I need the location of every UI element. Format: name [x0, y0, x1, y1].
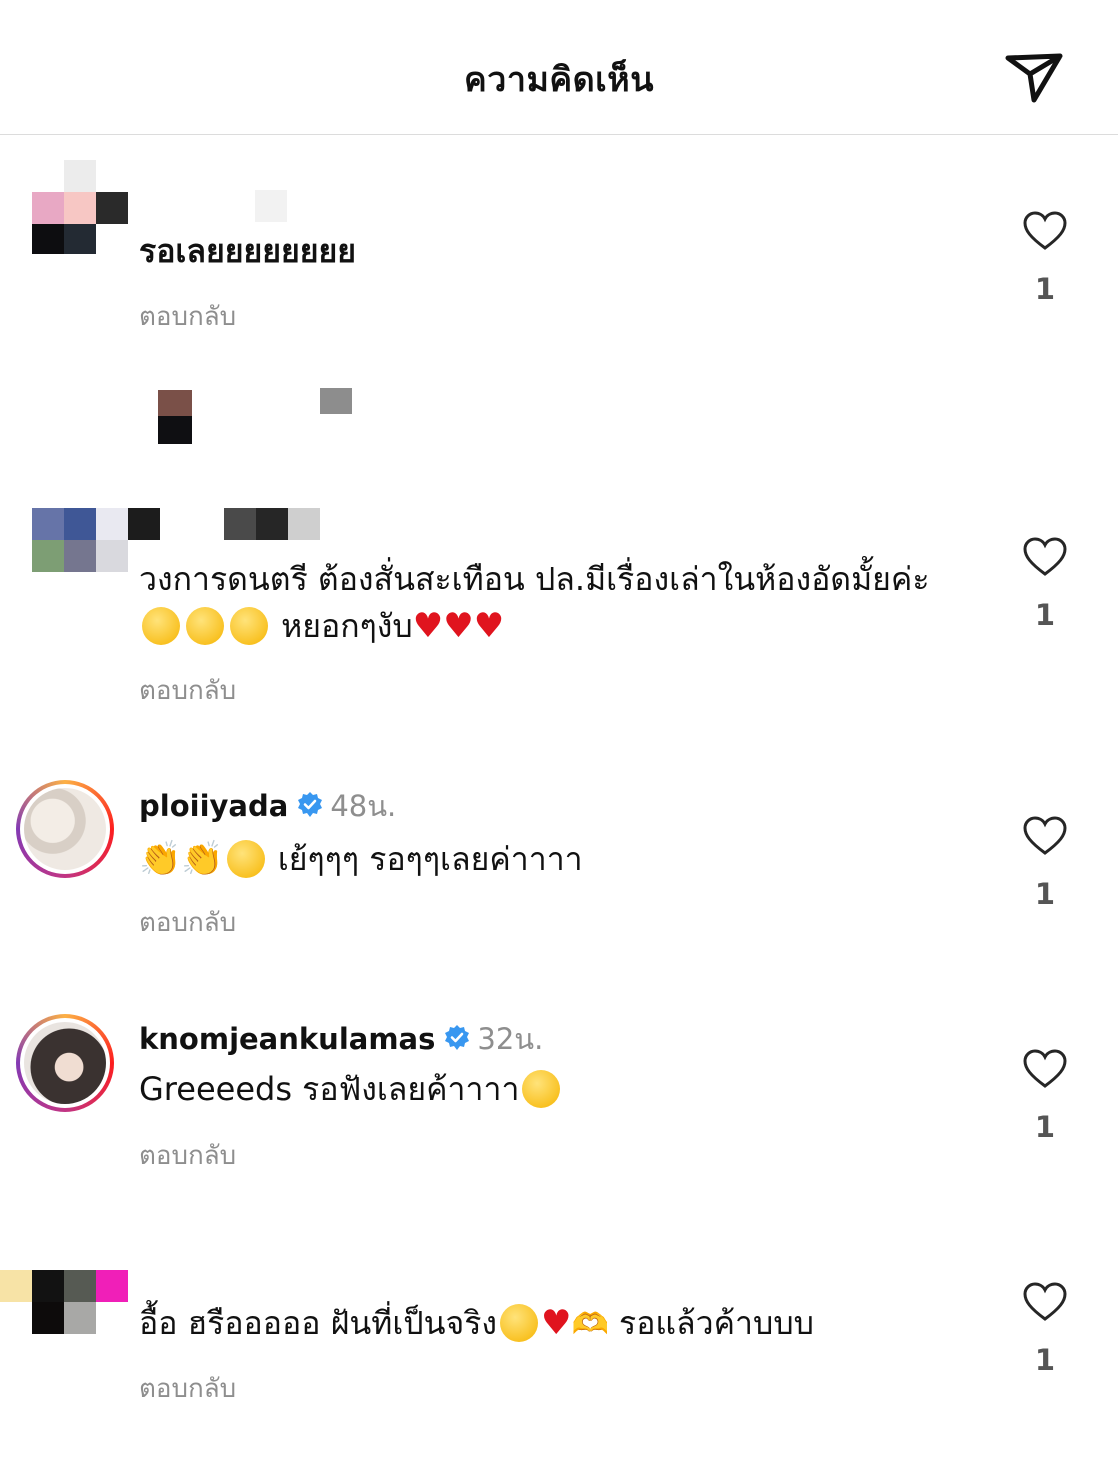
profile-photo [24, 1022, 106, 1104]
tears-of-joy-emoji [142, 607, 180, 645]
clapping-hands-emoji: 👏👏 [139, 839, 224, 879]
comment-text: Greeeeds รอฟังเลยค้าาาา [139, 1066, 979, 1113]
username[interactable]: ploiiyada [139, 789, 288, 823]
heart-outline-icon[interactable] [1022, 1281, 1068, 1323]
comments-header: ความคิดเห็น [0, 0, 1118, 135]
comment-text-part: อื้อ ฮรือออออ ฝันที่เป็นจริง [139, 1304, 497, 1342]
avatar[interactable] [32, 508, 128, 604]
heart-eyes-emoji [226, 840, 265, 878]
tears-of-joy-emoji [186, 607, 224, 645]
hidden-username [320, 388, 352, 414]
avatar[interactable] [32, 160, 132, 260]
like-control: 1 [1020, 1048, 1070, 1144]
comment-text-part: วงการดนตรี ต้องสั่นสะเทือน ปล.มีเรื่องเล… [139, 560, 930, 598]
comment-text-part: Greeeeds รอฟังเลยค้าาาา [139, 1070, 520, 1108]
username[interactable]: knomjeankulamas [139, 1022, 435, 1056]
hidden-username [128, 508, 160, 540]
like-control: 1 [1020, 1281, 1070, 1377]
comment-header: ploiiyada 48น. [139, 783, 396, 829]
like-control: 1 [1020, 536, 1070, 632]
like-control: 1 [1020, 815, 1070, 911]
verified-badge-icon [445, 1025, 470, 1050]
comment-text: วงการดนตรี ต้องสั่นสะเทือน ปล.มีเรื่องเล… [139, 556, 979, 650]
tears-of-joy-emoji [230, 607, 268, 645]
comment-text-part: เย้ๆๆๆ รอๆๆเลยค่าาาา [277, 840, 583, 878]
comment-text: รอเลยยยยยยยย [139, 232, 356, 270]
heart-outline-icon[interactable] [1022, 815, 1068, 857]
like-count: 1 [1034, 1110, 1056, 1144]
hidden-avatar [158, 390, 192, 416]
red-heart-emoji: ♥ [541, 1303, 572, 1343]
reply-button[interactable]: ตอบกลับ [139, 670, 236, 711]
reply-button[interactable]: ตอบกลับ [139, 1135, 236, 1176]
like-count: 1 [1034, 598, 1056, 632]
comment-text-part: รอแล้วค้าบบบ [619, 1304, 814, 1342]
avatar[interactable] [16, 780, 114, 878]
heart-hands-emoji: 🫶 [571, 1307, 609, 1342]
like-count: 1 [1034, 877, 1056, 911]
heart-outline-icon[interactable] [1022, 210, 1068, 252]
hidden-username [256, 508, 288, 540]
comment-text: อื้อ ฮรือออออ ฝันที่เป็นจริง ♥🫶 รอแล้วค้า… [139, 1300, 979, 1348]
avatar[interactable] [0, 1270, 128, 1334]
comment-time: 48น. [330, 789, 397, 823]
heart-eyes-emoji [522, 1070, 561, 1108]
like-count: 1 [1034, 1343, 1056, 1377]
comment-text: 👏👏 เย้ๆๆๆ รอๆๆเลยค่าาาา [139, 836, 979, 883]
reply-button[interactable]: ตอบกลับ [139, 296, 236, 337]
heart-outline-icon[interactable] [1022, 1048, 1068, 1090]
profile-photo [24, 788, 106, 870]
reply-button[interactable]: ตอบกลับ [139, 1368, 236, 1409]
comment-header: knomjeankulamas 32น. [139, 1016, 543, 1062]
verified-badge-icon [298, 792, 323, 817]
hidden-avatar-part [158, 416, 192, 444]
like-count: 1 [1034, 272, 1056, 306]
avatar[interactable] [16, 1014, 114, 1112]
page-title: ความคิดเห็น [464, 60, 654, 100]
comment-text-part: หยอกๆงับ [281, 607, 413, 645]
hidden-username [224, 508, 256, 540]
red-heart-emoji: ♥♥♥ [412, 606, 505, 646]
paper-plane-icon[interactable] [1004, 50, 1064, 104]
like-control: 1 [1020, 210, 1070, 306]
reply-button[interactable]: ตอบกลับ [139, 902, 236, 943]
heart-outline-icon[interactable] [1022, 536, 1068, 578]
hidden-username [288, 508, 320, 540]
pleading-face-emoji [500, 1304, 538, 1342]
hidden-username [255, 190, 287, 222]
comment-time: 32น. [477, 1022, 544, 1056]
